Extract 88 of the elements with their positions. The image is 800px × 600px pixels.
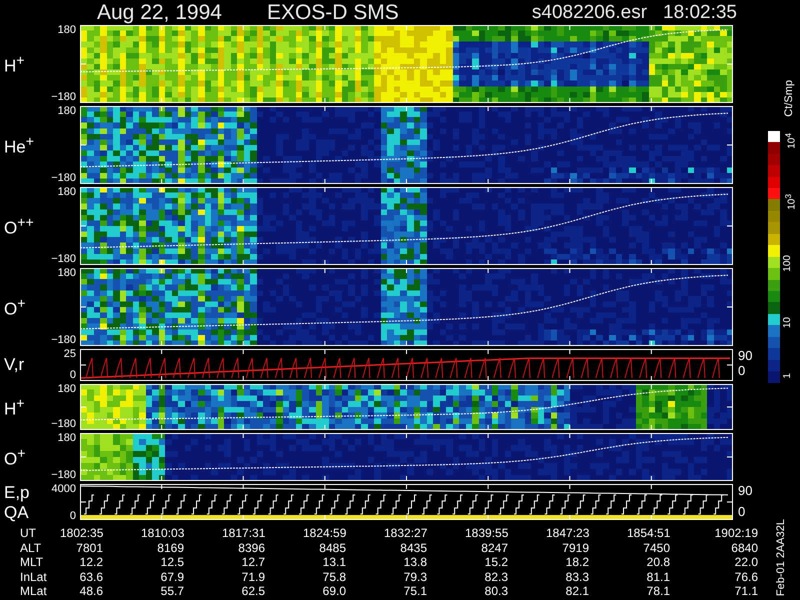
table-value: 1817:31	[222, 526, 266, 540]
axis-label: 180	[58, 268, 76, 279]
axis-label: −180	[51, 419, 76, 430]
row-label: InLat	[19, 570, 48, 584]
axis-label: 0	[738, 364, 746, 377]
axis-label: 0	[70, 511, 76, 522]
axis-label: 90	[738, 349, 754, 362]
row-label: ALT	[19, 540, 42, 555]
axis-label: 25	[64, 349, 76, 360]
plot-time: 18:02:35	[663, 2, 737, 24]
table-value: 7801	[75, 540, 104, 555]
table-value: 6840	[730, 540, 758, 555]
table-value: 78.1	[646, 584, 671, 598]
axis-label: −180	[51, 173, 76, 184]
table-value: 48.6	[78, 584, 104, 598]
axis-label: 180	[58, 433, 76, 444]
panel-label: H$^{+}$	[4, 395, 26, 419]
instrument-name: EXOS-D SMS	[266, 0, 399, 24]
table-value: 75.1	[402, 584, 428, 598]
table-value: 1802:35	[60, 526, 104, 540]
table-value: 1854:51	[627, 526, 672, 540]
table-value: 20.8	[646, 555, 671, 570]
file-name: s4082206.esr	[532, 2, 648, 24]
table-value: 1847:23	[546, 526, 590, 540]
table-value: 15.2	[484, 555, 509, 570]
table-value: 7450	[642, 540, 671, 555]
table-value: 55.7	[160, 584, 185, 598]
axis-label: 180	[58, 384, 76, 395]
table-value: 82.3	[484, 570, 509, 584]
plot-date: Aug 22, 1994	[97, 0, 222, 24]
table-value: 8485	[318, 540, 347, 555]
table-value: 1839:55	[465, 526, 510, 540]
table-value: 12.2	[78, 555, 104, 570]
table-value: 67.9	[160, 570, 185, 584]
table-value: 69.0	[322, 584, 347, 598]
table-value: 8169	[156, 540, 185, 555]
axis-label: 0	[70, 370, 76, 381]
table-value: 76.6	[734, 570, 758, 584]
row-label: UT	[19, 526, 37, 540]
table-value: 8396	[237, 540, 266, 555]
table-value: 13.1	[322, 555, 347, 570]
scale-label: 10	[782, 316, 794, 328]
table-value: 8247	[480, 540, 509, 555]
table-value: 1902:19	[714, 526, 758, 540]
table-value: 75.8	[322, 570, 347, 584]
scale-label: 100	[782, 254, 794, 272]
row-label: MLat	[19, 584, 48, 598]
row-label: MLT	[19, 555, 44, 570]
axis-label: 180	[58, 25, 76, 36]
table-value: 13.8	[402, 555, 428, 570]
footnote-text: Feb-01 2AA32L	[775, 518, 787, 596]
table-value: 62.5	[240, 584, 266, 598]
table-value: 8435	[399, 540, 428, 555]
panel-label: E,p	[4, 484, 31, 502]
axis-label: 90	[738, 484, 754, 497]
panel-label: V,r	[4, 356, 26, 374]
axis-label: 0	[738, 505, 746, 518]
table-value: 1824:59	[303, 526, 348, 540]
axis-label: −180	[51, 254, 76, 265]
axis-label: 4000	[52, 484, 76, 495]
table-value: 83.3	[564, 570, 590, 584]
table-value: 1810:03	[141, 526, 186, 540]
axis-label: −180	[51, 470, 76, 481]
axis-label: 180	[58, 106, 76, 117]
table-value: 22.0	[734, 555, 758, 570]
table-value: 18.2	[564, 555, 590, 570]
panel-label: H$^{+}$	[4, 52, 26, 76]
table-value: 71.9	[240, 570, 266, 584]
panel-label: He$^{+}$	[4, 133, 36, 157]
scale-label: 1	[782, 373, 794, 379]
table-value: 12.5	[160, 555, 185, 570]
table-value: 81.1	[646, 570, 671, 584]
axis-label: −180	[51, 335, 76, 346]
axis-label: 180	[58, 187, 76, 198]
unit-label: Ct/Smp	[783, 80, 795, 117]
table-value: 63.6	[78, 570, 104, 584]
table-value: 12.7	[240, 555, 266, 570]
panel-label: O$^{++}$	[4, 214, 35, 238]
axis-label: −180	[51, 92, 76, 103]
table-value: 71.1	[734, 584, 758, 598]
table-value: 1832:27	[384, 526, 428, 540]
panel-label: O$^{+}$	[4, 445, 27, 469]
table-value: 79.3	[402, 570, 428, 584]
table-value: 82.1	[564, 584, 590, 598]
panel-label: QA	[4, 504, 30, 522]
table-value: 7919	[561, 540, 590, 555]
panel-label: O$^{+}$	[4, 295, 27, 319]
table-value: 80.3	[484, 584, 509, 598]
